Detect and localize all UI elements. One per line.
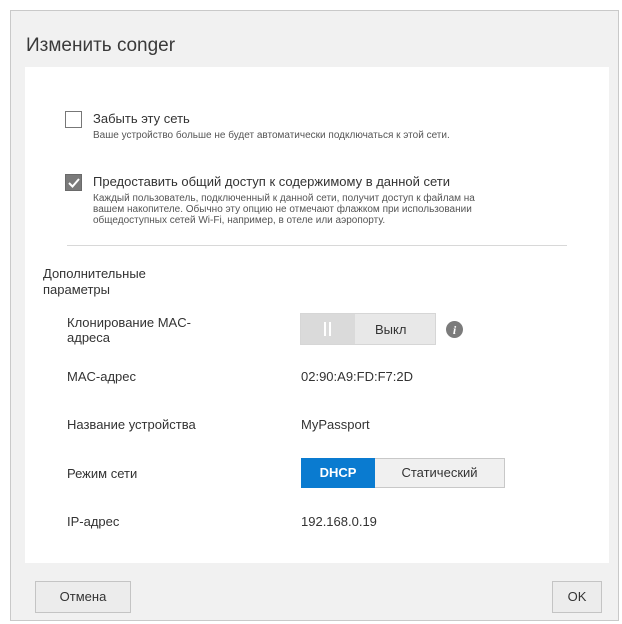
share-access-description: Каждый пользователь, подключенный к данн… (93, 193, 563, 226)
mac-clone-label: Клонирование MAC- адреса (67, 315, 191, 345)
forget-network-checkbox[interactable] (65, 111, 82, 128)
mac-address-label: MAC-адрес (67, 369, 136, 384)
section-divider (67, 245, 567, 246)
share-access-label: Предоставить общий доступ к содержимому … (93, 174, 451, 189)
mac-clone-label-line: адреса (67, 330, 111, 345)
dialog-title: Изменить conger (26, 35, 176, 56)
toggle-state-text: Выкл (375, 322, 407, 337)
edit-network-dialog: Изменить conger Забыть эту сеть Ваше уст… (10, 10, 619, 621)
device-name-value: MyPassport (301, 417, 370, 432)
mac-clone-toggle[interactable]: Выкл (300, 313, 436, 345)
advanced-section-title: Дополнительные параметры (43, 266, 173, 298)
info-icon[interactable]: i (446, 321, 463, 338)
ok-button[interactable]: OK (552, 581, 602, 613)
share-description-line: общедоступных сетей Wi-Fi, например, в о… (93, 215, 386, 226)
mac-address-value: 02:90:A9:FD:F7:2D (301, 369, 413, 384)
forget-network-label: Забыть эту сеть (93, 111, 190, 126)
advanced-title-line: Дополнительные (43, 266, 146, 281)
share-access-checkbox[interactable] (65, 174, 82, 191)
mac-clone-label-line: Клонирование MAC- (67, 315, 191, 330)
cancel-button[interactable]: Отмена (35, 581, 131, 613)
network-mode-label: Режим сети (67, 466, 138, 481)
device-name-label: Название устройства (67, 417, 196, 432)
ip-address-label: IP-адрес (67, 514, 120, 529)
advanced-title-line: параметры (43, 282, 110, 297)
ip-address-value: 192.168.0.19 (301, 514, 377, 529)
share-description-line: Каждый пользователь, подключенный к данн… (93, 193, 475, 204)
settings-panel: Забыть эту сеть Ваше устройство больше н… (25, 67, 609, 563)
dhcp-option[interactable]: DHCP (301, 458, 375, 488)
share-description-line: вашем накопителе. Обычно эту опцию не от… (93, 204, 472, 215)
static-option[interactable]: Статический (375, 458, 505, 488)
toggle-knob[interactable] (301, 314, 355, 344)
checkmark-icon (68, 178, 80, 188)
forget-network-description: Ваше устройство больше не будет автомати… (93, 130, 450, 141)
